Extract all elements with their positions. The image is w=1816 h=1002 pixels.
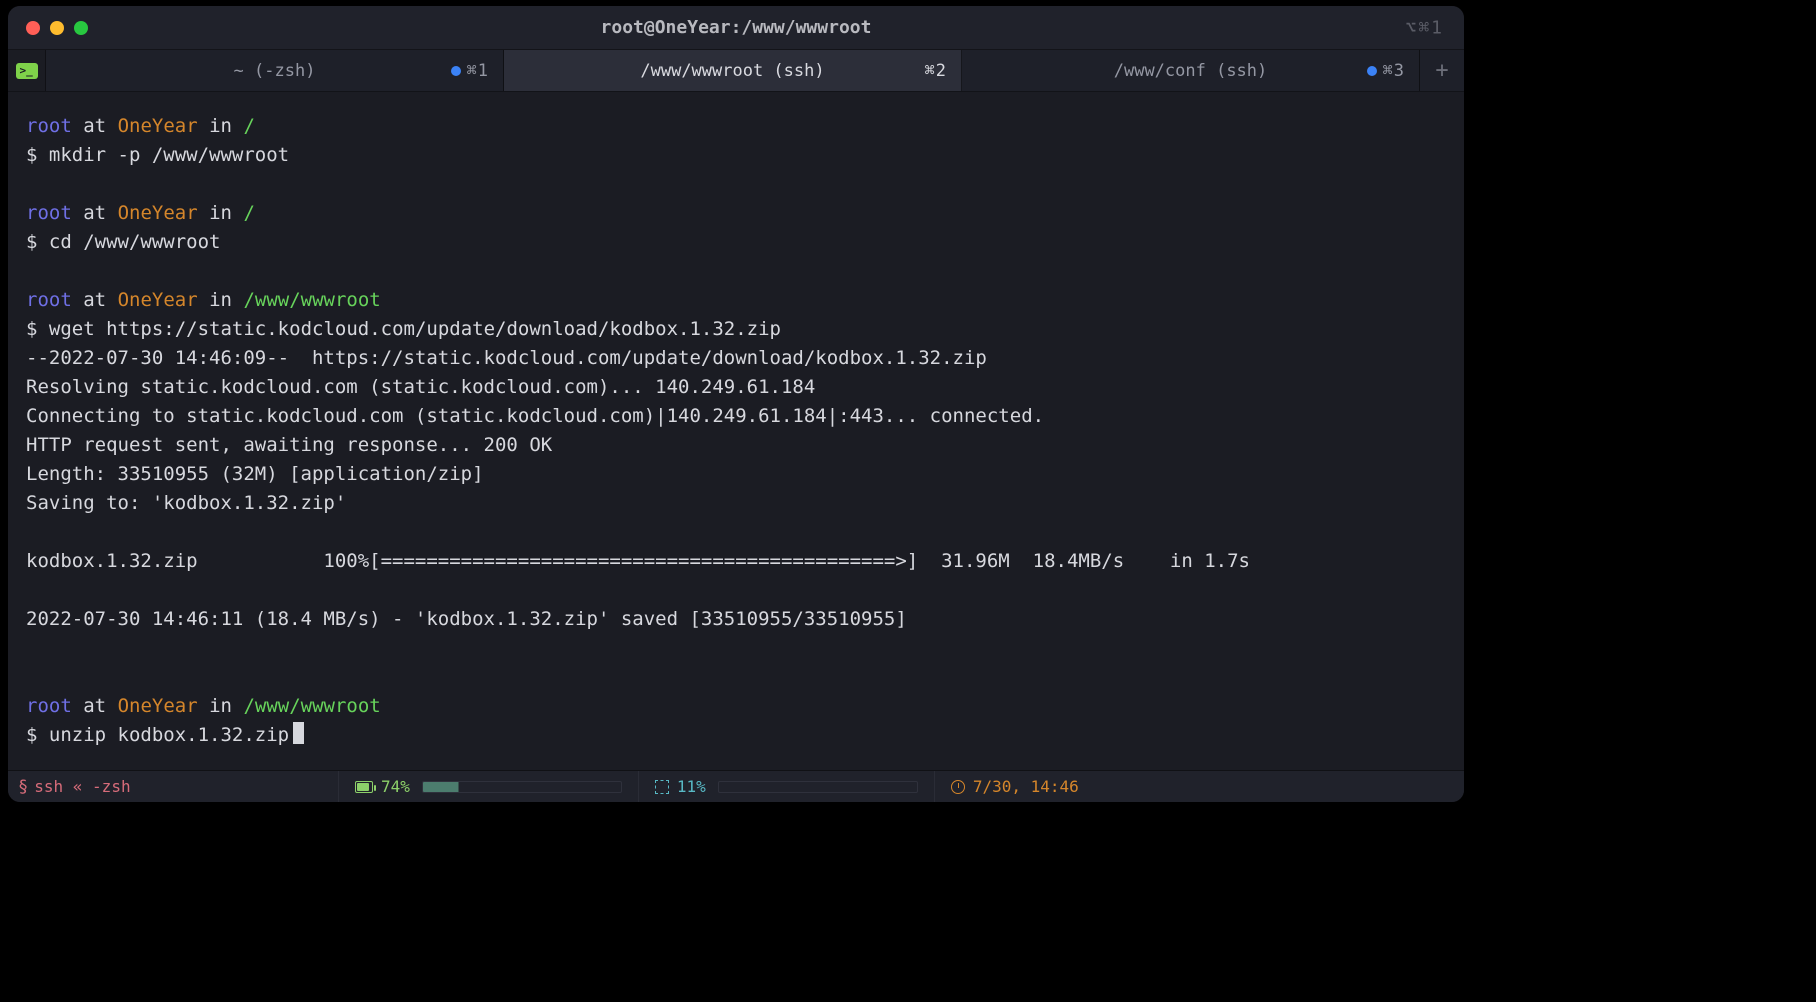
status-session-text: ssh « -zsh <box>34 777 130 796</box>
tab-shortcut: ⌘1 <box>451 61 489 81</box>
prompt-user: root <box>26 289 72 311</box>
status-bar: § ssh « -zsh 74% 11% 7/30, 14:46 <box>8 770 1464 802</box>
cursor <box>293 722 304 744</box>
terminal-window: root@OneYear:/www/wwwroot ⌥⌘1 >_ ~ (-zsh… <box>8 6 1464 802</box>
battery-percent: 74% <box>381 777 410 796</box>
prompt-user: root <box>26 202 72 224</box>
close-button[interactable] <box>26 21 40 35</box>
output-line: --2022-07-30 14:46:09-- https://static.k… <box>26 347 987 369</box>
output-line: Resolving static.kodcloud.com (static.ko… <box>26 376 815 398</box>
prompt-dollar: $ <box>26 231 37 253</box>
tab-shortcut: ⌘3 <box>1367 61 1405 81</box>
tab-zsh[interactable]: ~ (-zsh) ⌘1 <box>46 50 504 91</box>
status-session: § ssh « -zsh <box>18 777 338 797</box>
prompt-path: /www/wwwroot <box>243 695 380 717</box>
tab-shortcut: ⌘2 <box>925 61 947 81</box>
app-icon: >_ <box>8 50 46 91</box>
prompt-host: OneYear <box>118 115 198 137</box>
titlebar-shortcut: ⌥⌘1 <box>1405 17 1444 38</box>
output-line: Saving to: 'kodbox.1.32.zip' <box>26 492 346 514</box>
cpu-percent: 11% <box>677 777 706 796</box>
output-line: 2022-07-30 14:46:11 (18.4 MB/s) - 'kodbo… <box>26 608 907 630</box>
prompt-at: at <box>83 202 106 224</box>
command-text: wget https://static.kodcloud.com/update/… <box>49 318 781 340</box>
output-line: Length: 33510955 (32M) [application/zip] <box>26 463 484 485</box>
net-graph-down <box>422 781 622 793</box>
tab-label: /www/wwwroot (ssh) <box>640 61 824 81</box>
command-text: mkdir -p /www/wwwroot <box>49 144 289 166</box>
output-line: HTTP request sent, awaiting response... … <box>26 434 552 456</box>
clock-icon <box>951 780 965 794</box>
command-text: unzip kodbox.1.32.zip <box>49 724 289 746</box>
traffic-lights <box>26 21 88 35</box>
command-text: cd /www/wwwroot <box>49 231 221 253</box>
prompt-dollar: $ <box>26 144 37 166</box>
prompt-in: in <box>209 202 232 224</box>
status-battery: 74% <box>338 771 638 802</box>
link-icon: § <box>18 777 26 797</box>
prompt-host: OneYear <box>118 202 198 224</box>
prompt-in: in <box>209 115 232 137</box>
prompt-host: OneYear <box>118 289 198 311</box>
titlebar: root@OneYear:/www/wwwroot ⌥⌘1 <box>8 6 1464 50</box>
minimize-button[interactable] <box>50 21 64 35</box>
unsaved-dot-icon <box>451 66 461 76</box>
maximize-button[interactable] <box>74 21 88 35</box>
prompt-user: root <box>26 115 72 137</box>
datetime-text: 7/30, 14:46 <box>973 777 1079 796</box>
prompt-path: /www/wwwroot <box>243 289 380 311</box>
add-tab-button[interactable]: + <box>1420 50 1464 91</box>
battery-icon <box>355 781 373 793</box>
status-cpu: 11% <box>638 771 934 802</box>
cpu-icon <box>655 780 669 794</box>
prompt-path: / <box>243 115 254 137</box>
terminal-icon: >_ <box>16 63 38 79</box>
prompt-in: in <box>209 289 232 311</box>
terminal-viewport[interactable]: root at OneYear in / $ mkdir -p /www/www… <box>8 92 1464 770</box>
prompt-path: / <box>243 202 254 224</box>
tab-bar: >_ ~ (-zsh) ⌘1 /www/wwwroot (ssh) ⌘2 /ww… <box>8 50 1464 92</box>
tab-label: ~ (-zsh) <box>234 61 316 81</box>
prompt-in: in <box>209 695 232 717</box>
prompt-dollar: $ <box>26 724 37 746</box>
status-datetime: 7/30, 14:46 <box>934 771 1095 802</box>
prompt-at: at <box>83 115 106 137</box>
prompt-user: root <box>26 695 72 717</box>
window-title: root@OneYear:/www/wwwroot <box>601 17 872 38</box>
output-line: Connecting to static.kodcloud.com (stati… <box>26 405 1044 427</box>
tab-wwwroot[interactable]: /www/wwwroot (ssh) ⌘2 <box>504 50 962 91</box>
output-progress: kodbox.1.32.zip 100%[===================… <box>26 550 1250 572</box>
prompt-dollar: $ <box>26 318 37 340</box>
prompt-at: at <box>83 695 106 717</box>
prompt-host: OneYear <box>118 695 198 717</box>
tab-label: /www/conf (ssh) <box>1114 61 1268 81</box>
net-graph-up <box>718 781 918 793</box>
unsaved-dot-icon <box>1367 66 1377 76</box>
prompt-at: at <box>83 289 106 311</box>
tab-conf[interactable]: /www/conf (ssh) ⌘3 <box>962 50 1420 91</box>
